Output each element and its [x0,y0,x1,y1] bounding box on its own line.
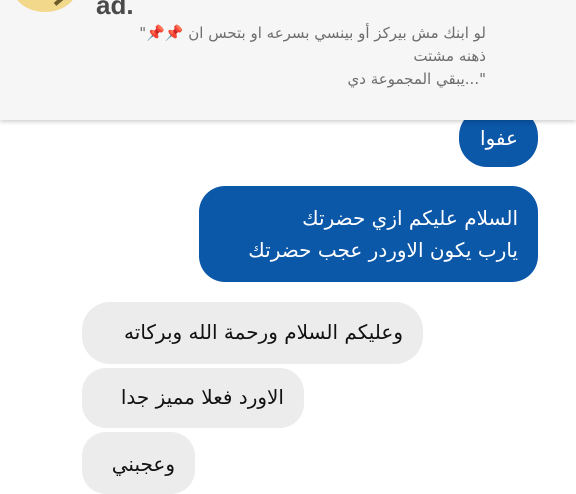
ad-card[interactable]: ad. لو ابنك مش بيركز أو بينسي بسرعه او ب… [0,0,576,120]
ad-line-2: ذهنه مشتت [413,47,486,65]
message-text: وعليكم السلام ورحمة الله وبركاته [124,320,403,344]
ad-line-1: لو ابنك مش بيركز أو بينسي بسرعه او بتحس … [76,22,486,45]
message-text: الاورد فعلا مميز جدا [120,385,284,409]
message-text: يارب يكون الاوردر عجب حضرتك [248,238,518,262]
message-text: عفوا [480,126,518,150]
ad-message-preview: لو ابنك مش بيركز أو بينسي بسرعه او بتحس … [76,22,486,91]
outgoing-message-bubble[interactable]: السلام عليكم ازي حضرتك يارب يكون الاوردر… [199,186,538,282]
incoming-message-bubble[interactable]: وعجبني [82,432,195,494]
incoming-message-bubble[interactable]: وعليكم السلام ورحمة الله وبركاته [82,302,423,364]
ad-line-1-text: لو ابنك مش بيركز أو بينسي بسرعه او بتحس … [188,24,486,42]
ad-line-3: "...يبقي المجموعة دي [347,70,486,88]
avatar-pencil-icon [53,0,77,6]
message-text: وعجبني [111,452,175,476]
incoming-message-bubble[interactable]: الاورد فعلا مميز جدا [82,368,304,428]
message-text: السلام عليكم ازي حضرتك [302,206,518,230]
advertiser-avatar[interactable] [12,0,78,12]
ad-title: ad. [96,0,134,20]
pushpin-icon: 📌📌 [146,24,184,42]
